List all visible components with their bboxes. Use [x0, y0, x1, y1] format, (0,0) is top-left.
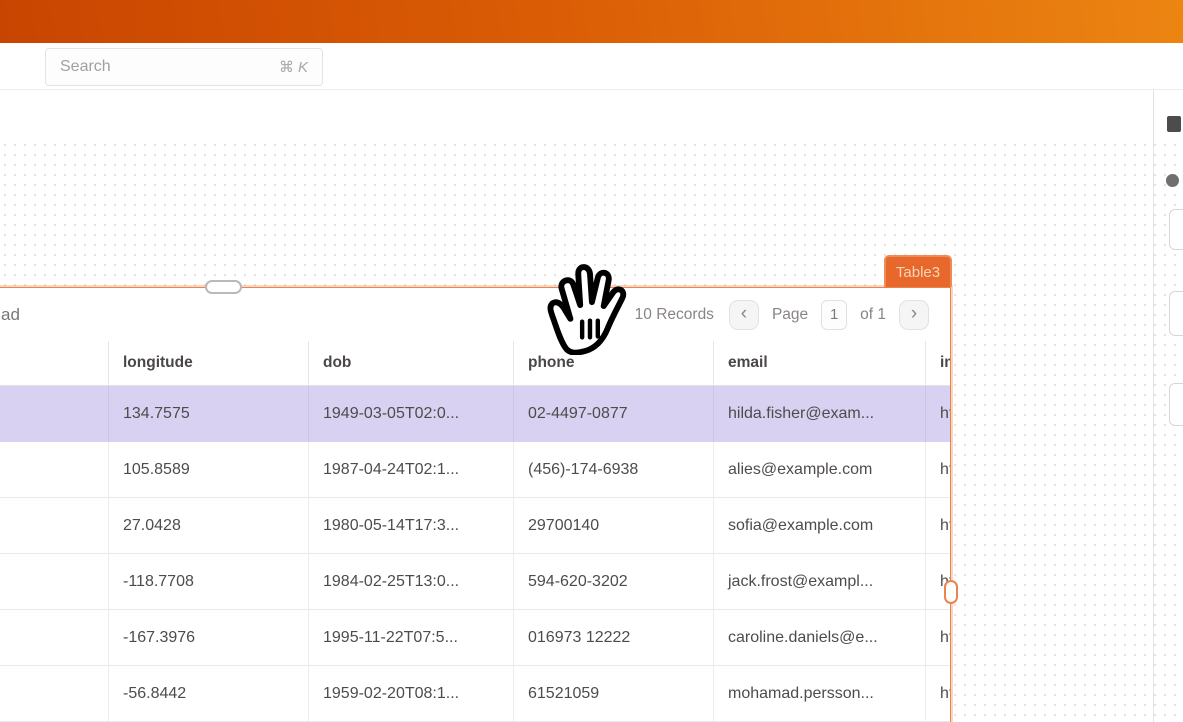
property-pane-field-fragment[interactable] [1169, 291, 1183, 336]
table-cell: 016973 12222 [514, 610, 714, 666]
table-row[interactable]: -118.77081984-02-25T13:0...594-620-3202j… [0, 554, 950, 610]
property-pane-field-fragment[interactable] [1169, 383, 1183, 426]
widget-name-tab[interactable]: Table3 [884, 255, 952, 287]
next-page-button[interactable]: › [899, 300, 929, 330]
search-placeholder: Search [60, 58, 279, 76]
table-cell: 134.7575 [109, 386, 309, 442]
app-header-bar [0, 0, 1183, 43]
table-cell: 27.0428 [109, 498, 309, 554]
record-count: 10 Records [635, 306, 714, 324]
page-number-input[interactable] [821, 300, 847, 330]
property-pane-heading-fragment [1167, 116, 1181, 132]
table-cell: 1995-11-22T07:5... [309, 610, 514, 666]
column-header[interactable]: email [714, 341, 926, 386]
table-cell: ht [926, 386, 950, 442]
table-row[interactable]: -167.39761995-11-22T07:5...016973 12222c… [0, 610, 950, 666]
table-cell: jack.frost@exampl... [714, 554, 926, 610]
table-cell: caroline.daniels@e... [714, 610, 926, 666]
search-shortcut: ⌘K [279, 58, 308, 76]
table-header-row: longitudedobphoneemailim [0, 341, 950, 386]
table-toolbar: ad 10 Records ‹ Page of 1 › [0, 288, 950, 341]
table-row[interactable]: 27.04281980-05-14T17:3...29700140sofia@e… [0, 498, 950, 554]
table-cell: -118.7708 [109, 554, 309, 610]
column-header[interactable]: longitude [109, 341, 309, 386]
toolbar-clipped-text: ad [1, 305, 20, 325]
prev-page-button[interactable]: ‹ [729, 300, 759, 330]
resize-handle-top[interactable] [205, 280, 242, 294]
table-cell: ht [926, 666, 950, 722]
table-cell: 1949-03-05T02:0... [309, 386, 514, 442]
table-cell: -167.3976 [109, 610, 309, 666]
resize-handle-right[interactable] [944, 580, 958, 604]
hand-cursor-icon [543, 261, 635, 360]
table-cell: alies@example.com [714, 442, 926, 498]
column-header[interactable]: im [926, 341, 950, 386]
table-body: 134.75751949-03-05T02:0...02-4497-0877hi… [0, 386, 950, 722]
table-cell: sofia@example.com [714, 498, 926, 554]
table-cell: 02-4497-0877 [514, 386, 714, 442]
table-cell: ht [926, 498, 950, 554]
table-cell: 29700140 [514, 498, 714, 554]
table-widget-table3[interactable]: ad 10 Records ‹ Page of 1 › longitudedob… [0, 287, 951, 722]
table-cell: ht [926, 610, 950, 666]
table-cell: 1987-04-24T02:1... [309, 442, 514, 498]
property-pane-divider [1153, 90, 1154, 722]
table-row[interactable]: 134.75751949-03-05T02:0...02-4497-0877hi… [0, 386, 950, 442]
page-total: of 1 [860, 306, 886, 324]
table-row[interactable]: 105.85891987-04-24T02:1...(456)-174-6938… [0, 442, 950, 498]
table-cell: 594-620-3202 [514, 554, 714, 610]
page-label: Page [772, 306, 808, 324]
table-cell [0, 386, 109, 442]
pagination-controls: 10 Records ‹ Page of 1 › [635, 300, 929, 330]
table-cell: hilda.fisher@exam... [714, 386, 926, 442]
table-cell: 61521059 [514, 666, 714, 722]
table-cell: 1959-02-20T08:1... [309, 666, 514, 722]
table-cell: 1984-02-25T13:0... [309, 554, 514, 610]
table-row[interactable]: -56.84421959-02-20T08:1...61521059mohama… [0, 666, 950, 722]
table-cell [0, 554, 109, 610]
table-cell: 105.8589 [109, 442, 309, 498]
table-cell: -56.8442 [109, 666, 309, 722]
column-header[interactable]: dob [309, 341, 514, 386]
table-cell: (456)-174-6938 [514, 442, 714, 498]
top-navbar: Search ⌘K P [0, 43, 1183, 90]
table-cell [0, 610, 109, 666]
table-cell [0, 442, 109, 498]
table-cell [0, 666, 109, 722]
table-cell: ht [926, 442, 950, 498]
search-input[interactable]: Search ⌘K [45, 48, 323, 86]
table-cell: mohamad.persson... [714, 666, 926, 722]
table-cell: 1980-05-14T17:3... [309, 498, 514, 554]
table-cell [0, 498, 109, 554]
property-pane-field-fragment[interactable] [1169, 209, 1183, 250]
property-pane-icon-fragment [1166, 174, 1179, 187]
column-header[interactable] [0, 341, 109, 386]
